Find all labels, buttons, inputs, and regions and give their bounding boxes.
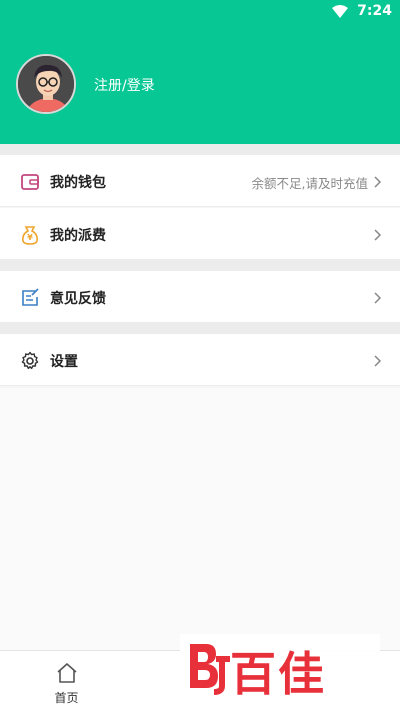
chevron-right-icon [374, 229, 382, 241]
chevron-right-icon [374, 176, 382, 188]
money-bag-icon: ¥ [22, 226, 38, 245]
balance-hint: 余额不足,请及时充值 [251, 176, 368, 191]
avatar-image [18, 56, 74, 112]
wallet-icon [21, 174, 39, 190]
svg-text:¥: ¥ [27, 233, 33, 242]
menu-item-fee[interactable]: ¥ 我的派费 [0, 208, 400, 260]
menu-item-label: 设置 [50, 354, 78, 370]
home-icon [56, 663, 77, 683]
menu-item-label: 我的钱包 [50, 175, 106, 191]
avatar[interactable] [16, 54, 76, 114]
tab-home[interactable]: 首页 [0, 651, 133, 710]
profile-header: 7:24 注册/登录 [0, 0, 400, 144]
empty-content-area [0, 388, 400, 650]
section-divider [0, 323, 400, 334]
menu-item-feedback[interactable]: 意见反馈 [0, 271, 400, 323]
wifi-icon [332, 5, 348, 18]
watermark-text: 百佳 [230, 647, 326, 701]
tab-label: 首页 [54, 691, 79, 705]
chevron-right-icon [374, 355, 382, 367]
edit-note-icon [22, 288, 39, 306]
menu-item-label: 意见反馈 [50, 291, 106, 307]
status-time: 7:24 [357, 3, 392, 19]
chevron-right-icon [374, 292, 382, 304]
watermark-logo-mark [190, 644, 230, 695]
watermark-logo: 百佳 [180, 634, 380, 701]
section-divider [0, 144, 400, 155]
register-login-link[interactable]: 注册/登录 [94, 75, 155, 95]
section-divider [0, 260, 400, 271]
menu-item-wallet[interactable]: 我的钱包 余额不足,请及时充值 [0, 155, 400, 207]
menu-item-settings[interactable]: 设置 [0, 334, 400, 386]
gear-icon [21, 351, 39, 370]
status-bar: 7:24 [0, 0, 400, 24]
menu-item-label: 我的派费 [50, 228, 106, 244]
